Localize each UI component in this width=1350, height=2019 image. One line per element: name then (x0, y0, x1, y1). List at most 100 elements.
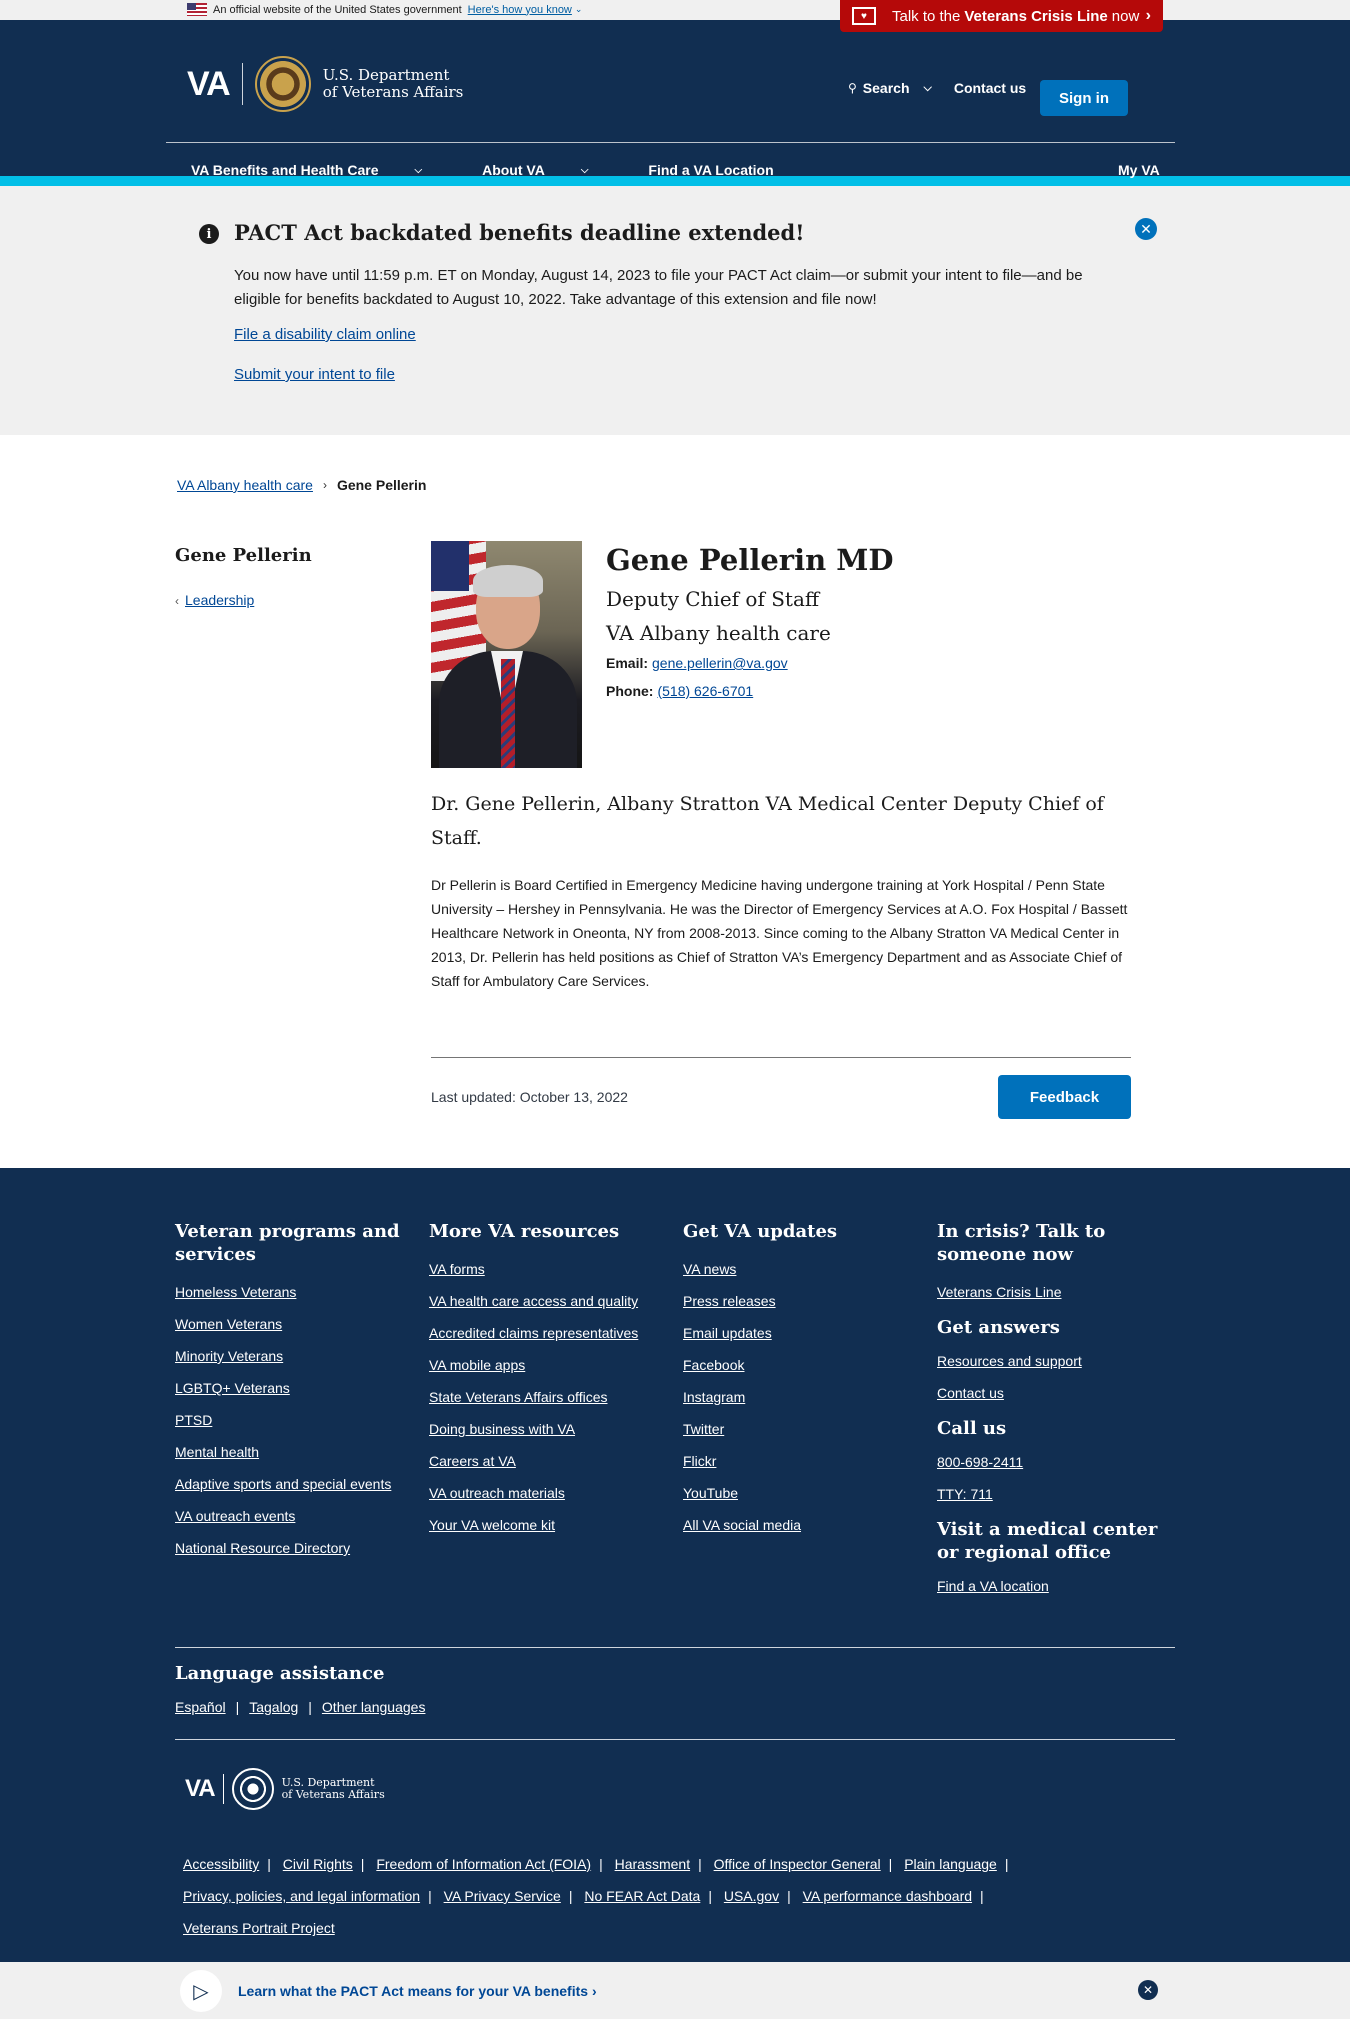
legal-link[interactable]: Accessibility (183, 1856, 259, 1872)
footer-link[interactable]: Women Veterans (175, 1316, 415, 1333)
close-icon[interactable]: ✕ (1138, 1980, 1158, 2000)
megaphone-icon: ▷ (180, 1970, 222, 2012)
email-link[interactable]: gene.pellerin@va.gov (652, 655, 788, 671)
footer-link[interactable]: Minority Veterans (175, 1348, 415, 1365)
legal-link[interactable]: Privacy, policies, and legal information (183, 1888, 420, 1904)
chevron-down-icon: ⌵ (923, 81, 932, 94)
footer-link[interactable]: Press releases (683, 1293, 923, 1310)
promo-link[interactable]: Learn what the PACT Act means for your V… (238, 1983, 597, 1999)
footer-link[interactable]: Twitter (683, 1421, 923, 1438)
footer-link[interactable]: VA outreach materials (429, 1485, 669, 1502)
footer-link[interactable]: YouTube (683, 1485, 923, 1502)
va-logo[interactable]: VA U.S. Department of Veterans Affairs (187, 56, 463, 112)
profile-photo (431, 541, 582, 768)
main-nav: VA Benefits and Health Care ⌵ About VA ⌵ F… (191, 162, 834, 178)
footer-link[interactable]: Flickr (683, 1453, 923, 1470)
separator: | (267, 1856, 271, 1872)
footer-link[interactable]: Homeless Veterans (175, 1284, 415, 1301)
footer-link[interactable]: VA forms (429, 1261, 669, 1278)
language-link[interactable]: Español (175, 1699, 226, 1715)
footer-link[interactable]: VA health care access and quality (429, 1293, 669, 1310)
footer-link[interactable]: LGBTQ+ Veterans (175, 1380, 415, 1397)
footer-answers-title: Get answers (937, 1317, 1060, 1338)
breadcrumb-current: Gene Pellerin (336, 477, 427, 493)
separator: | (1004, 1856, 1009, 1872)
separator: | (428, 1888, 432, 1904)
profile-title: Deputy Chief of Staff (606, 587, 820, 611)
breadcrumb-parent[interactable]: VA Albany health care (177, 477, 313, 493)
language-title: Language assistance (175, 1663, 385, 1684)
sidebar-leadership-label[interactable]: Leadership (185, 592, 254, 608)
footer-link[interactable]: Resources and support (937, 1353, 1177, 1370)
legal-link[interactable]: Freedom of Information Act (FOIA) (376, 1856, 591, 1872)
separator: | (599, 1856, 603, 1872)
footer-link[interactable]: National Resource Directory (175, 1540, 415, 1557)
close-icon[interactable]: ✕ (1135, 218, 1157, 240)
chevron-down-icon: ⌵ (580, 164, 589, 176)
footer-link[interactable]: Adaptive sports and special events (175, 1476, 415, 1493)
profile-email: Email: gene.pellerin@va.gov (606, 655, 788, 671)
pact-act-promo-banner: ▷ Learn what the PACT Act means for your… (0, 1962, 1350, 2019)
footer-col-programs: Veteran programs and services Homeless V… (175, 1220, 415, 1572)
search-icon: ⚲ (848, 81, 857, 95)
crisis-line-button[interactable]: ♥ Talk to the Veterans Crisis Line now › (840, 0, 1163, 32)
last-updated: Last updated: October 13, 2022 (431, 1089, 628, 1105)
sidebar-leadership-link[interactable]: ‹ Leadership (175, 592, 254, 608)
nav-benefits[interactable]: VA Benefits and Health Care ⌵ (191, 162, 452, 178)
legal-link[interactable]: Civil Rights (283, 1856, 353, 1872)
footer-link[interactable]: Mental health (175, 1444, 415, 1461)
footer-col-resources: More VA resources VA forms VA health car… (429, 1220, 669, 1549)
search-button[interactable]: ⚲ Search ⌵ (848, 80, 932, 96)
language-link[interactable]: Other languages (322, 1699, 426, 1715)
footer-link[interactable]: Careers at VA (429, 1453, 669, 1470)
footer-link[interactable]: VA news (683, 1261, 923, 1278)
nav-benefits-label: VA Benefits and Health Care (191, 162, 379, 178)
footer-link[interactable]: Facebook (683, 1357, 923, 1374)
va-seal-icon (231, 1768, 274, 1810)
alert-body: You now have until 11:59 p.m. ET on Mond… (234, 267, 1083, 308)
heres-how-you-know-link[interactable]: Here's how you know (468, 4, 572, 16)
footer-legal-links: Accessibility | Civil Rights | Freedom of … (183, 1848, 1123, 1944)
contact-us-link[interactable]: Contact us (954, 80, 1026, 96)
footer-link[interactable]: Instagram (683, 1389, 923, 1406)
footer-phone-link[interactable]: 800-698-2411 (937, 1454, 1177, 1471)
nav-find-location-label: Find a VA Location (648, 162, 774, 178)
footer-link[interactable]: VA outreach events (175, 1508, 415, 1525)
footer-link[interactable]: VA mobile apps (429, 1357, 669, 1374)
phone-link[interactable]: (518) 626-6701 (657, 683, 753, 699)
nav-find-location[interactable]: Find a VA Location (648, 162, 803, 178)
footer-link[interactable]: Your VA welcome kit (429, 1517, 669, 1534)
file-claim-link[interactable]: File a disability claim online (234, 326, 416, 343)
language-link[interactable]: Tagalog (249, 1699, 298, 1715)
nav-about[interactable]: About VA ⌵ (482, 162, 618, 178)
footer-link[interactable]: Doing business with VA (429, 1421, 669, 1438)
footer-link[interactable]: Accredited claims representatives (429, 1325, 669, 1342)
footer-find-location-link[interactable]: Find a VA location (937, 1578, 1177, 1595)
legal-link[interactable]: No FEAR Act Data (584, 1888, 700, 1904)
separator: | (708, 1888, 712, 1904)
footer-link[interactable]: PTSD (175, 1412, 415, 1429)
legal-link[interactable]: USA.gov (724, 1888, 779, 1904)
footer-link[interactable]: All VA social media (683, 1517, 923, 1534)
breadcrumb-separator: › (322, 478, 327, 492)
legal-link[interactable]: Office of Inspector General (714, 1856, 881, 1872)
legal-link[interactable]: VA performance dashboard (803, 1888, 972, 1904)
footer-dept-name: U.S. Department of Veterans Affairs (282, 1777, 385, 1801)
content-divider (431, 1057, 1131, 1058)
sign-in-button[interactable]: Sign in (1040, 80, 1128, 116)
legal-link[interactable]: VA Privacy Service (444, 1888, 561, 1904)
footer-link[interactable]: State Veterans Affairs offices (429, 1389, 669, 1406)
legal-link[interactable]: Plain language (904, 1856, 997, 1872)
breadcrumb: VA Albany health care › Gene Pellerin (177, 477, 426, 493)
feedback-button[interactable]: Feedback (998, 1075, 1131, 1119)
crisis-bold: Veterans Crisis Line (964, 7, 1108, 25)
footer-crisis-link[interactable]: Veterans Crisis Line (937, 1284, 1177, 1301)
intent-to-file-link[interactable]: Submit your intent to file (234, 366, 395, 383)
legal-link[interactable]: Veterans Portrait Project (183, 1920, 335, 1936)
footer-va-logo[interactable]: VA U.S. Department of Veterans Affairs (185, 1768, 385, 1810)
footer-link[interactable]: Contact us (937, 1385, 1177, 1402)
footer-link[interactable]: Email updates (683, 1325, 923, 1342)
legal-link[interactable]: Harassment (615, 1856, 690, 1872)
my-va-link[interactable]: My VA (1118, 162, 1160, 178)
footer-tty-link[interactable]: TTY: 711 (937, 1486, 1177, 1503)
